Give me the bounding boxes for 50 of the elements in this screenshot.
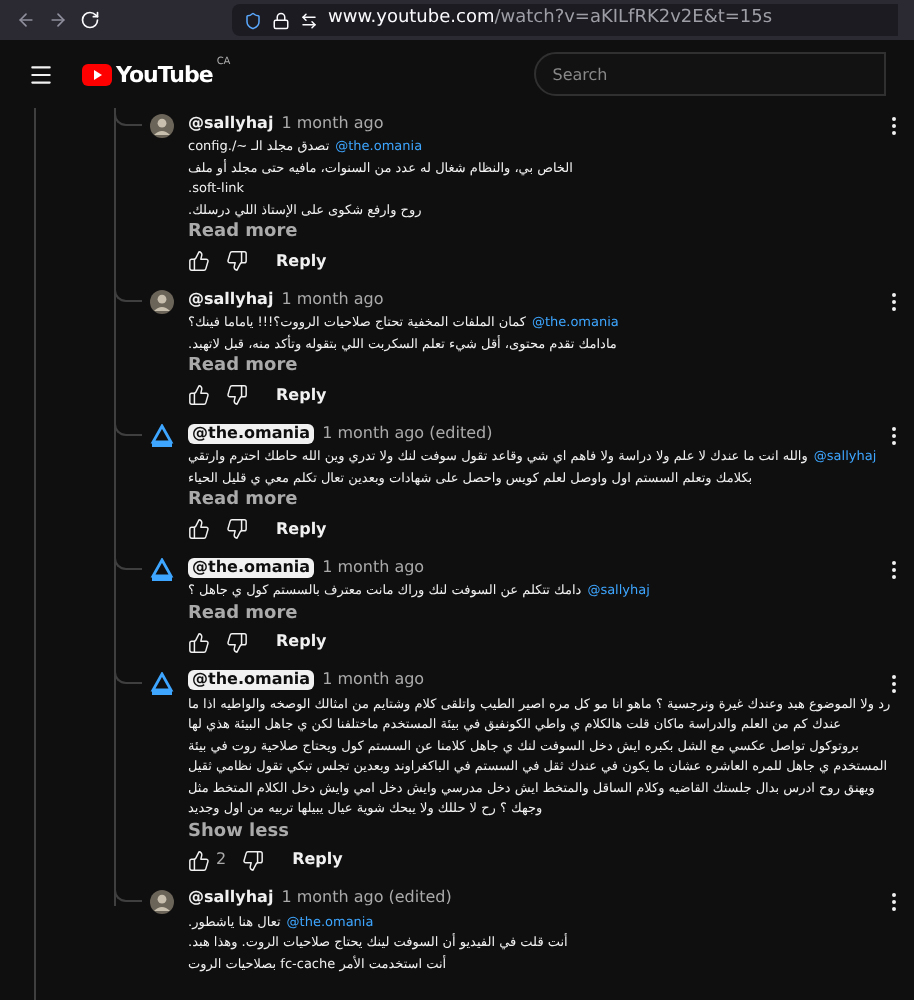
like-count: 2: [216, 848, 227, 872]
dislike-icon[interactable]: [226, 384, 248, 406]
like-icon[interactable]: [188, 250, 210, 272]
read-more-link[interactable]: Read more: [188, 490, 298, 512]
forward-icon[interactable]: [48, 10, 68, 30]
like-icon[interactable]: [188, 849, 210, 871]
comment-author[interactable]: @the.omania: [188, 423, 315, 443]
comment-author[interactable]: @sallyhaj: [188, 289, 274, 309]
search-field[interactable]: Search: [534, 52, 886, 96]
dislike-icon[interactable]: [226, 250, 248, 272]
shield-icon[interactable]: [244, 11, 262, 29]
user-avatar-icon[interactable]: [150, 889, 174, 913]
comment-author[interactable]: @sallyhaj: [188, 888, 274, 908]
read-more-link[interactable]: Show less: [188, 821, 289, 843]
read-more-link[interactable]: Read more: [188, 222, 298, 244]
reply-button[interactable]: Reply: [264, 513, 339, 545]
reply-button[interactable]: Reply: [264, 379, 339, 411]
channel-avatar-icon[interactable]: [150, 671, 174, 695]
like-icon[interactable]: [188, 631, 210, 653]
reply-button[interactable]: Reply: [264, 245, 339, 277]
user-avatar-icon[interactable]: [150, 290, 174, 314]
comment-time[interactable]: 1 month ago (edited): [322, 423, 493, 443]
like-icon[interactable]: [188, 518, 210, 540]
comment-author[interactable]: @the.omania: [188, 557, 315, 577]
reply-button[interactable]: Reply: [264, 626, 339, 658]
permissions-icon[interactable]: [300, 11, 318, 29]
channel-avatar-icon[interactable]: [150, 424, 174, 448]
dislike-icon[interactable]: [226, 518, 248, 540]
dislike-icon[interactable]: [242, 849, 265, 871]
comment-time[interactable]: 1 month ago: [322, 670, 425, 690]
user-avatar-icon[interactable]: [150, 114, 174, 138]
read-more-link[interactable]: Read more: [188, 356, 298, 378]
comment-author[interactable]: @the.omania: [188, 670, 315, 690]
comment-time[interactable]: 1 month ago: [322, 557, 425, 577]
lock-icon[interactable]: [272, 11, 290, 29]
comment-author[interactable]: @sallyhaj: [188, 113, 274, 133]
reload-icon[interactable]: [80, 10, 100, 30]
youtube-logo-icon[interactable]: [82, 63, 112, 85]
youtube-logo[interactable]: YouTube: [116, 63, 213, 85]
address-bar[interactable]: www.youtube.com/watch?v=aKILfRK2v2E&t=15s: [232, 4, 898, 36]
reply-button[interactable]: Reply: [280, 844, 355, 876]
menu-icon[interactable]: [28, 61, 54, 87]
dislike-icon[interactable]: [226, 631, 248, 653]
back-icon[interactable]: [16, 10, 36, 30]
comment-time[interactable]: 1 month ago: [281, 113, 384, 133]
comment-time[interactable]: 1 month ago: [281, 289, 384, 309]
read-more-link[interactable]: Read more: [188, 603, 298, 625]
comment-time[interactable]: 1 month ago (edited): [281, 888, 452, 908]
like-icon[interactable]: [188, 384, 210, 406]
channel-avatar-icon[interactable]: [150, 558, 174, 582]
